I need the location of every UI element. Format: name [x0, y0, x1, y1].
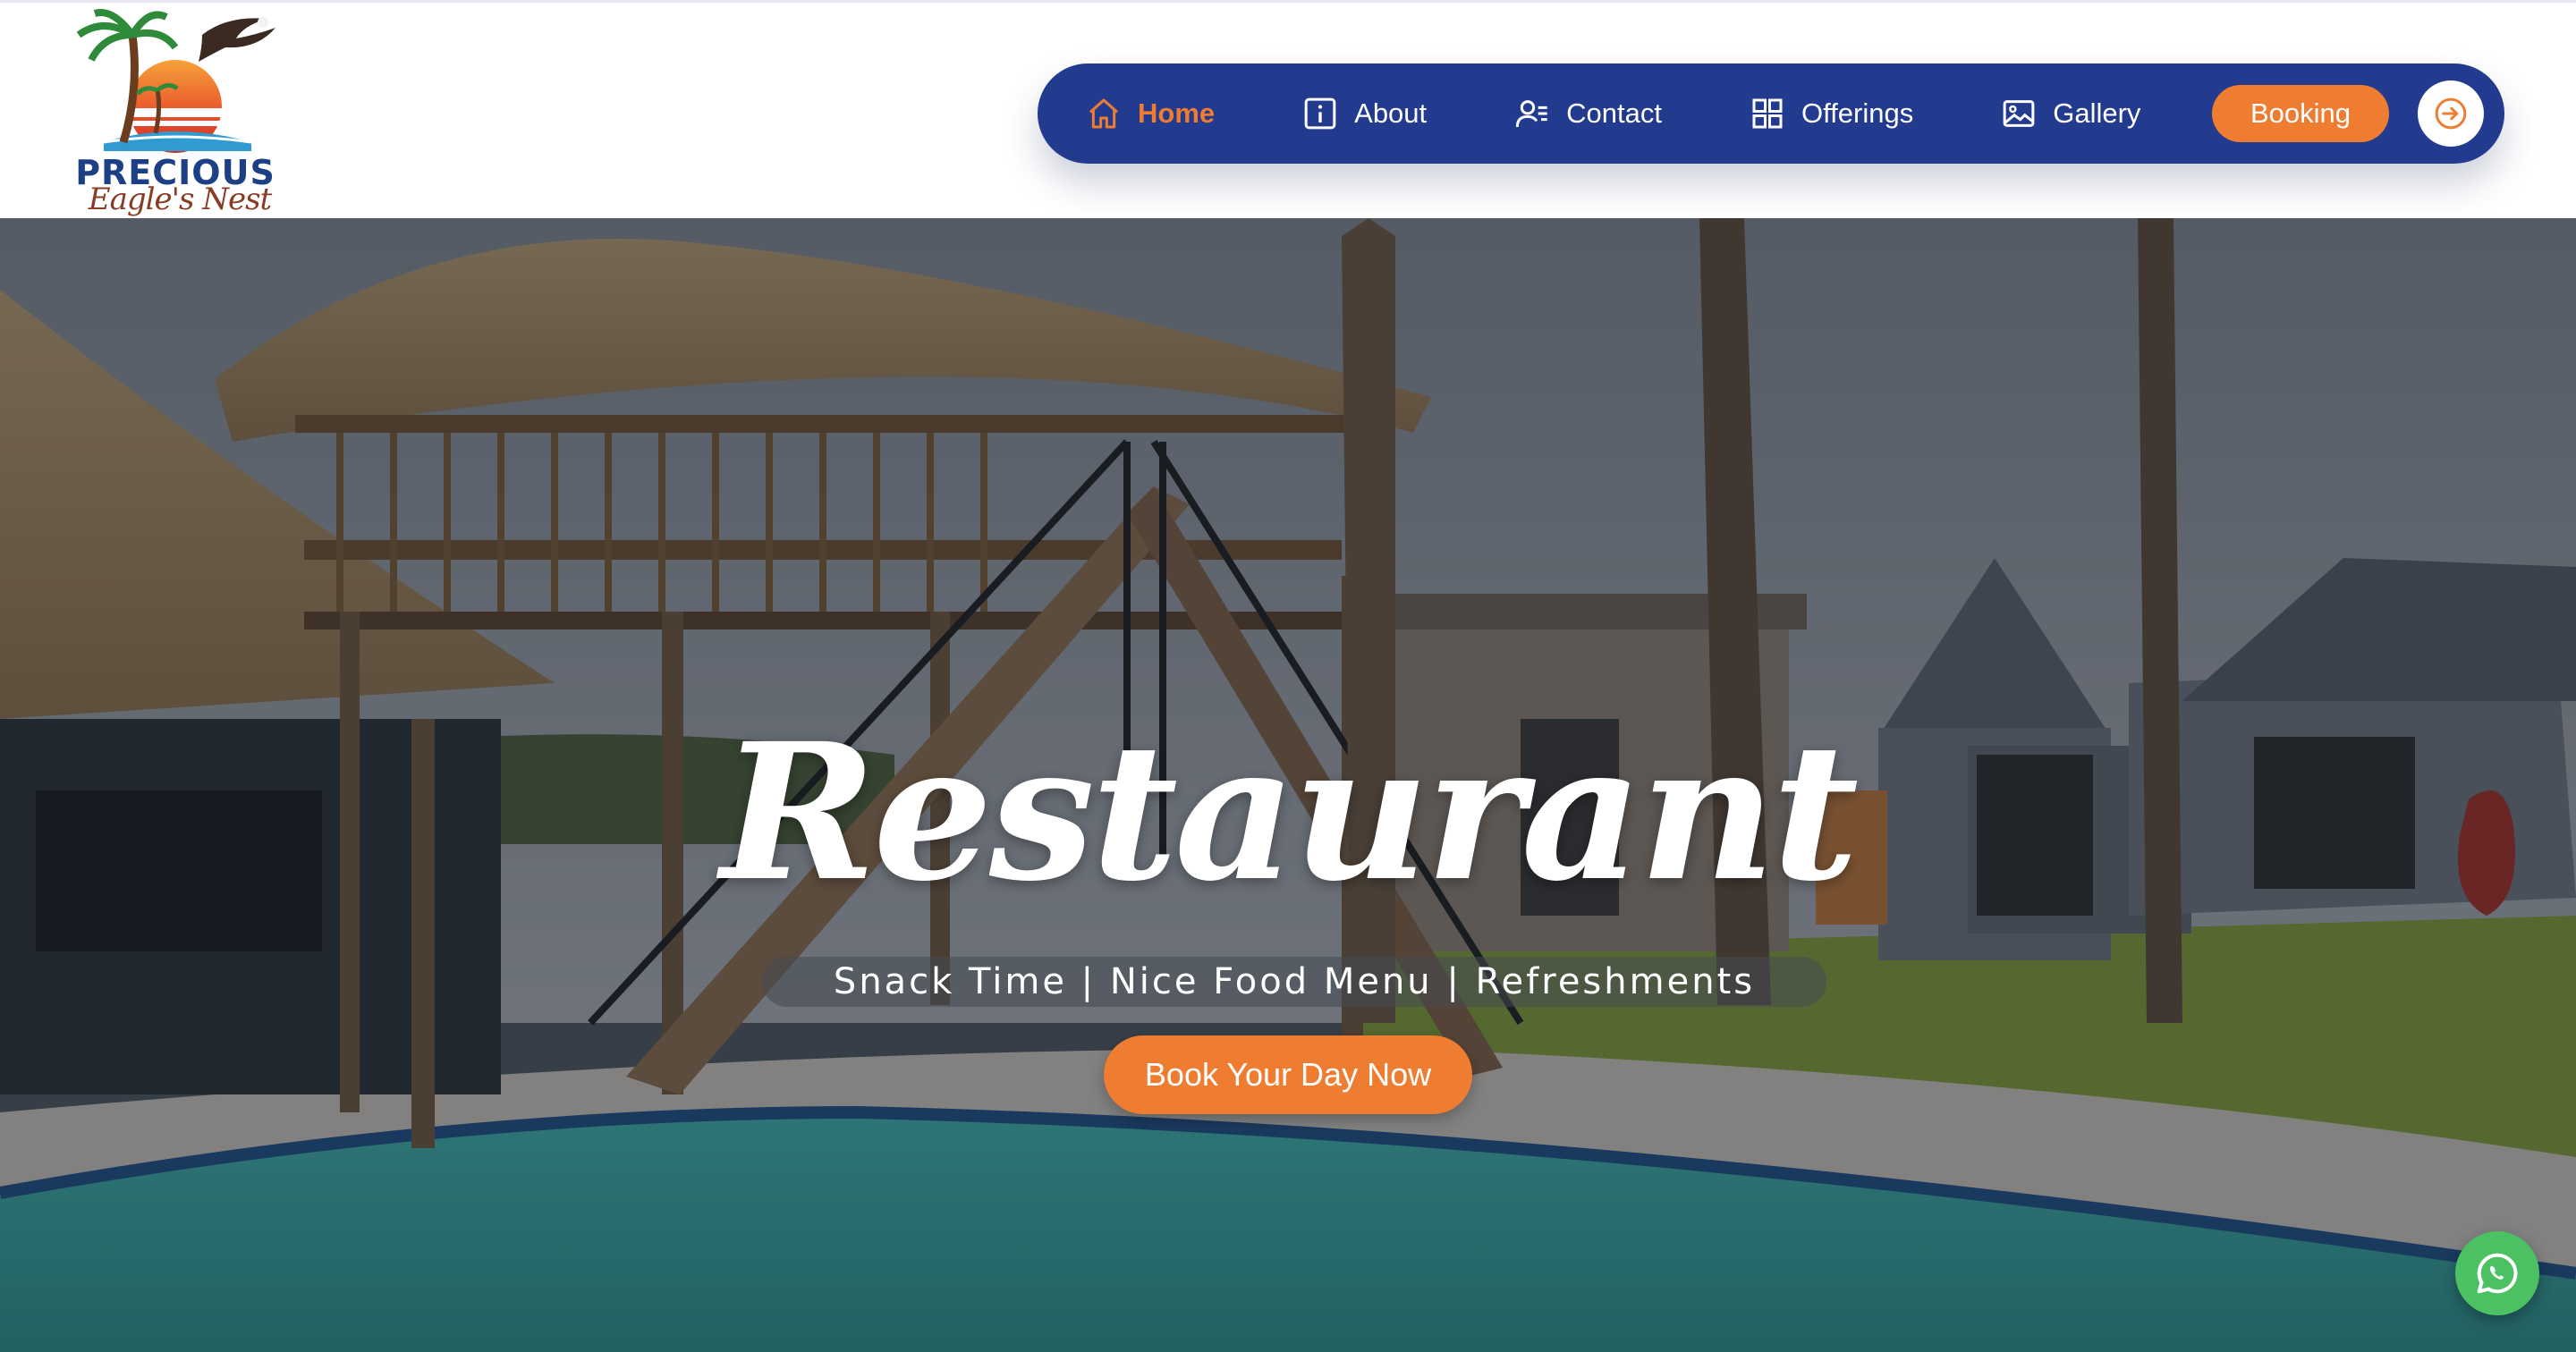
image-icon [2003, 100, 2035, 127]
nav-about[interactable]: About [1302, 85, 1427, 142]
login-button[interactable] [2418, 80, 2484, 147]
login-icon [2435, 97, 2467, 130]
site-header: PRECIOUS Eagle's Nest Home About Contact [0, 0, 2576, 218]
contact-icon [1515, 100, 1547, 128]
grid-icon [1752, 98, 1783, 129]
nav-contact[interactable]: Contact [1514, 85, 1662, 142]
main-nav: Home About Contact Offerings Gallery Boo… [1038, 63, 2504, 164]
nav-home-label: Home [1138, 97, 1216, 129]
home-icon [1089, 98, 1118, 129]
nav-about-label: About [1354, 97, 1428, 129]
book-day-button[interactable]: Book Your Day Now [1104, 1035, 1472, 1114]
hero-section: Restaurant Snack Time | Nice Food Menu |… [0, 218, 2576, 1352]
whatsapp-button[interactable] [2455, 1231, 2539, 1315]
nav-offerings[interactable]: Offerings [1750, 85, 1913, 142]
hero-subtitle: Snack Time | Nice Food Menu | Refreshmen… [833, 961, 1756, 1002]
nav-gallery-label: Gallery [2053, 97, 2141, 129]
site-logo[interactable]: PRECIOUS Eagle's Nest [68, 8, 283, 221]
logo-tagline: Eagle's Nest [88, 182, 272, 217]
hero-title: Restaurant [720, 702, 1860, 923]
nav-home[interactable]: Home [1086, 85, 1215, 142]
nav-contact-label: Contact [1566, 97, 1662, 129]
palm-sunset-eagle-logo [76, 9, 275, 153]
whatsapp-icon [2477, 1253, 2518, 1294]
nav-offerings-label: Offerings [1801, 97, 1914, 129]
booking-button[interactable]: Booking [2212, 85, 2389, 142]
nav-gallery[interactable]: Gallery [2001, 85, 2140, 142]
info-icon [1304, 97, 1336, 130]
